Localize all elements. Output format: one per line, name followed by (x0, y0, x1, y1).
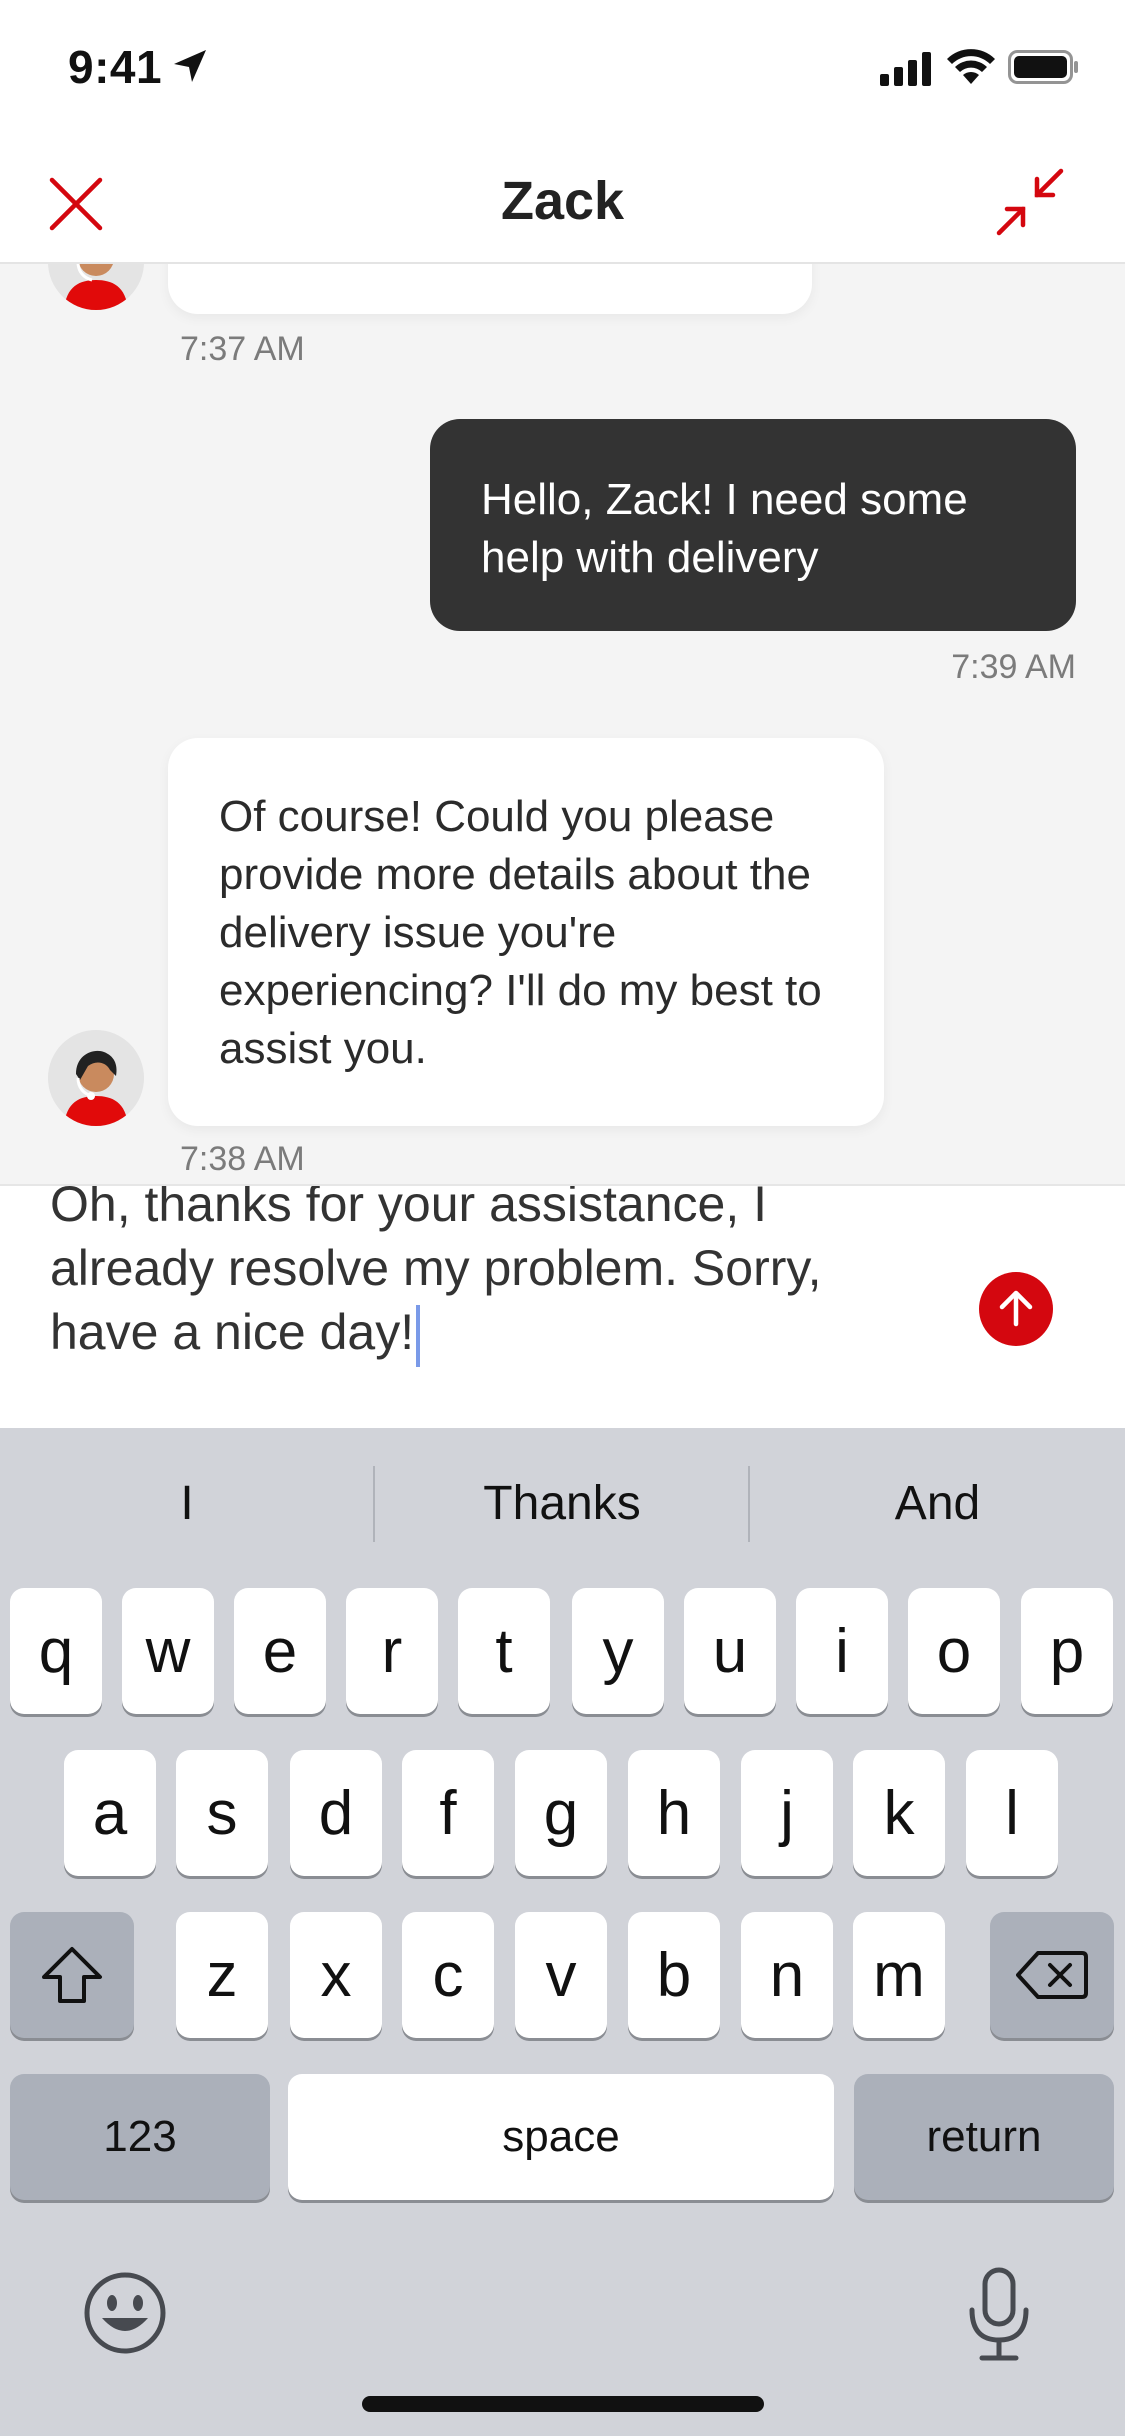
delete-key[interactable] (990, 1912, 1114, 2038)
message-text: Hello, Zack! I need some help with deliv… (481, 475, 968, 582)
key-m[interactable]: m (853, 1912, 945, 2038)
microphone-button[interactable] (954, 2264, 1044, 2364)
predictive-bar: I Thanks And (0, 1428, 1125, 1578)
key-t[interactable]: t (458, 1588, 550, 1714)
key-h[interactable]: h (628, 1750, 720, 1876)
key-j[interactable]: j (741, 1750, 833, 1876)
agent-message-bubble: Of course! Could you please provide more… (168, 738, 884, 1126)
send-arrow-up-icon (999, 1290, 1033, 1327)
key-c[interactable]: c (402, 1912, 494, 2038)
key-s[interactable]: s (176, 1750, 268, 1876)
draft-text: Oh, thanks for your assistance, I alread… (50, 1184, 822, 1360)
key-b[interactable]: b (628, 1912, 720, 2038)
key-v[interactable]: v (515, 1912, 607, 2038)
message-list[interactable]: 7:37 AM Hello, Zack! I need some help wi… (0, 264, 1125, 1184)
key-u[interactable]: u (684, 1588, 776, 1714)
agent-avatar (48, 1030, 144, 1126)
key-g[interactable]: g (515, 1750, 607, 1876)
key-w[interactable]: w (122, 1588, 214, 1714)
key-l[interactable]: l (966, 1750, 1058, 1876)
emoji-button[interactable] (80, 2268, 170, 2358)
message-composer: Oh, thanks for your assistance, I alread… (0, 1184, 1125, 1428)
key-r[interactable]: r (346, 1588, 438, 1714)
key-n[interactable]: n (741, 1912, 833, 2038)
microphone-icon (969, 2267, 1029, 2361)
message-text: Of course! Could you please provide more… (219, 792, 822, 1073)
space-key[interactable]: space (288, 2074, 834, 2200)
key-x[interactable]: x (290, 1912, 382, 2038)
message-timestamp: 7:37 AM (180, 330, 305, 368)
key-o[interactable]: o (908, 1588, 1000, 1714)
user-message-bubble: Hello, Zack! I need some help with deliv… (430, 419, 1076, 631)
key-z[interactable]: z (176, 1912, 268, 2038)
agent-message-bubble (168, 264, 812, 314)
message-input[interactable]: Oh, thanks for your assistance, I alread… (50, 1184, 930, 1367)
minimize-icon (996, 168, 1064, 236)
cellular-signal-icon (880, 52, 931, 86)
location-arrow-icon (174, 50, 206, 82)
shift-key[interactable] (10, 1912, 134, 2038)
return-key[interactable]: return (854, 2074, 1114, 2200)
numbers-key[interactable]: 123 (10, 2074, 270, 2200)
message-timestamp: 7:39 AM (951, 648, 1076, 686)
key-i[interactable]: i (796, 1588, 888, 1714)
key-f[interactable]: f (402, 1750, 494, 1876)
suggestion-3[interactable]: And (750, 1464, 1125, 1544)
key-e[interactable]: e (234, 1588, 326, 1714)
key-y[interactable]: y (572, 1588, 664, 1714)
suggestion-2[interactable]: Thanks (375, 1464, 749, 1544)
key-p[interactable]: p (1021, 1588, 1113, 1714)
key-k[interactable]: k (853, 1750, 945, 1876)
shift-icon (42, 1947, 102, 2003)
chat-title: Zack (500, 171, 625, 231)
suggestion-1[interactable]: I (0, 1464, 374, 1544)
delete-backspace-icon (1016, 1951, 1088, 1999)
wifi-icon (947, 49, 995, 84)
emoji-icon (84, 2272, 166, 2354)
status-time: 9:41 (68, 41, 163, 93)
agent-avatar (48, 264, 144, 310)
key-d[interactable]: d (290, 1750, 382, 1876)
text-caret (416, 1304, 421, 1367)
key-q[interactable]: q (10, 1588, 102, 1714)
battery-icon (1008, 50, 1078, 84)
chat-header: Zack (0, 140, 1125, 264)
keyboard: I Thanks And q w e r t y u i o p a s d f… (0, 1428, 1125, 2436)
minimize-button[interactable] (990, 162, 1070, 242)
key-a[interactable]: a (64, 1750, 156, 1876)
send-button[interactable] (979, 1272, 1053, 1346)
chat-screen: 9:41 Zack 7:37 AM Hello, Zack! I need so… (0, 0, 1125, 2436)
message-timestamp: 7:38 AM (180, 1140, 305, 1178)
home-indicator (362, 2396, 764, 2412)
status-bar: 9:41 (0, 0, 1125, 140)
